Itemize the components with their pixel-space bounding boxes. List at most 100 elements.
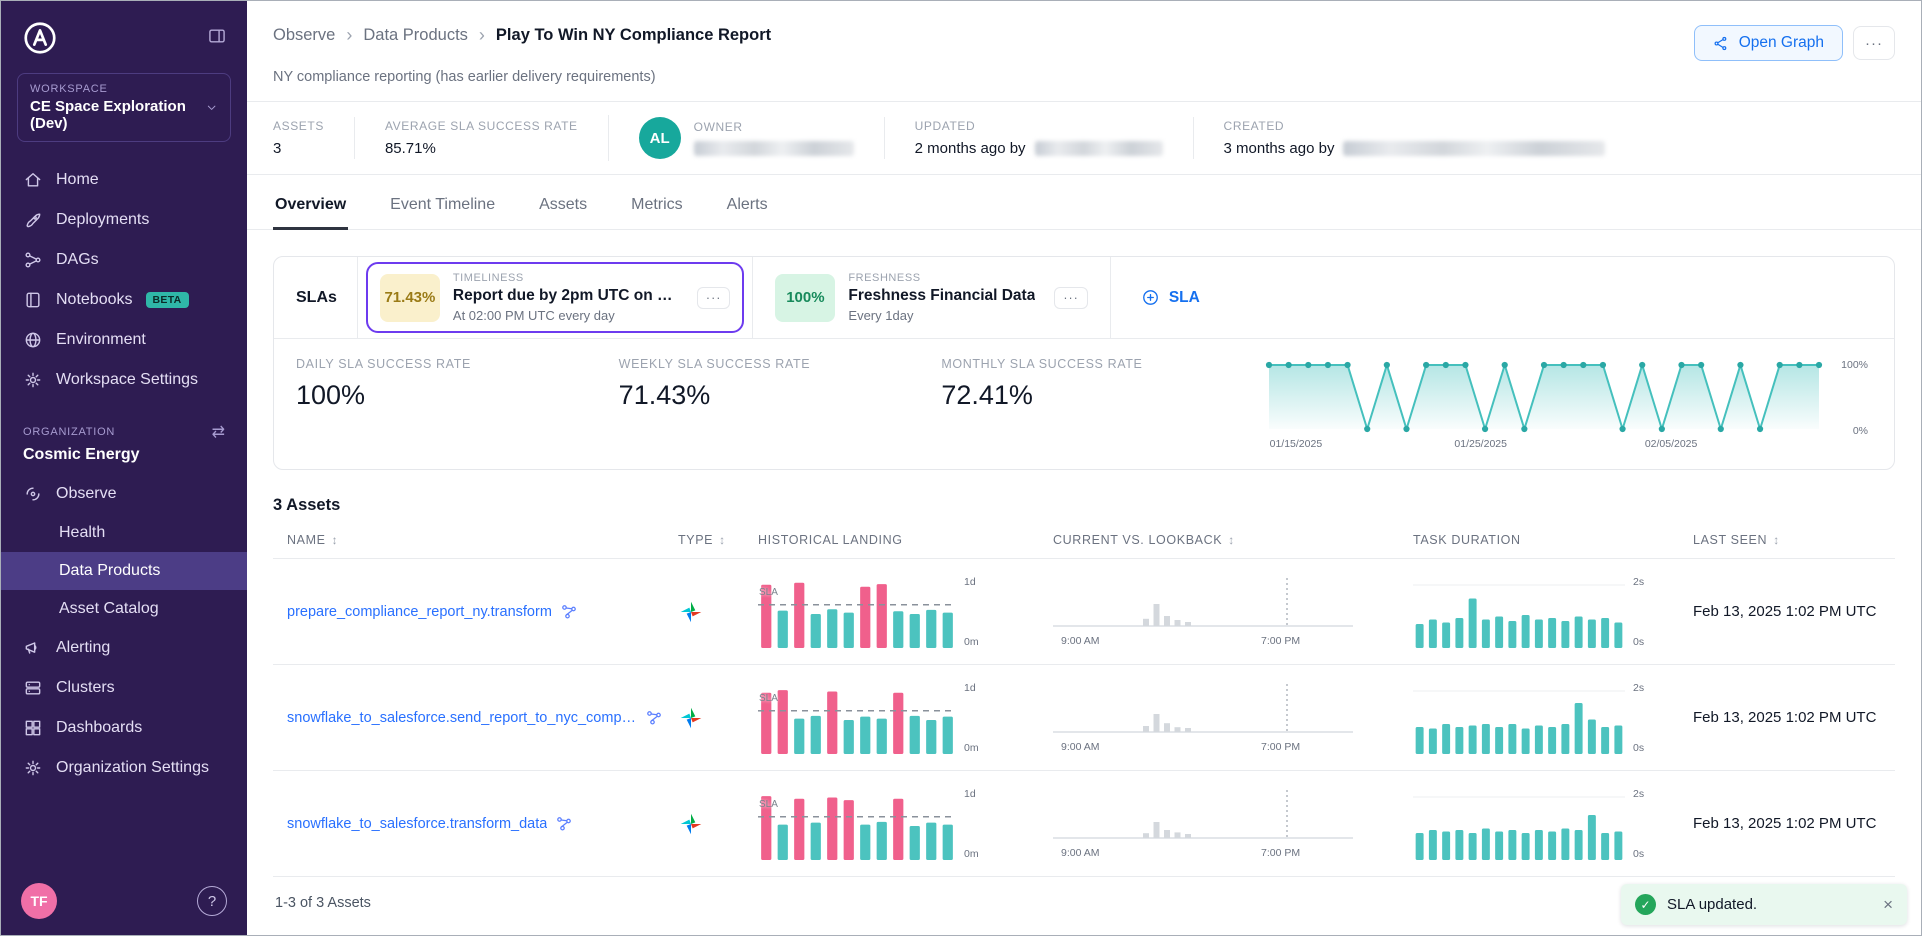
sidebar-item-alerting[interactable]: Alerting [1, 628, 247, 668]
table-row: prepare_compliance_report_ny.transform S… [273, 559, 1895, 665]
sidebar-item-deployments[interactable]: Deployments [1, 200, 247, 240]
open-graph-button[interactable]: Open Graph [1694, 25, 1843, 61]
beta-badge: BETA [146, 292, 189, 308]
tab-alerts[interactable]: Alerts [725, 181, 770, 230]
task-duration-chart [1413, 682, 1625, 754]
app-window: WORKSPACE CE Space Exploration (Dev) Hom… [0, 0, 1922, 936]
gear-icon [23, 370, 43, 390]
stat-created: CREATED 3 months ago by [1193, 117, 1636, 159]
chevron-down-icon [205, 100, 218, 115]
observe-icon [23, 484, 43, 504]
sidebar: WORKSPACE CE Space Exploration (Dev) Hom… [1, 1, 247, 935]
home-icon [23, 170, 43, 190]
lookback-start-time: 9:00 AM [1061, 847, 1100, 859]
sidebar-item-workspace-settings[interactable]: Workspace Settings [1, 360, 247, 400]
column-header-last-seen[interactable]: LAST SEEN↕ [1693, 533, 1895, 547]
user-avatar[interactable]: TF [21, 883, 57, 919]
column-header-type[interactable]: TYPE↕ [678, 533, 758, 547]
dag-graph-icon [23, 250, 43, 270]
main-content: Observe › Data Products › Play To Win NY… [247, 1, 1921, 935]
help-icon[interactable]: ? [197, 886, 227, 916]
sla-history-xlabels: 01/15/2025 01/25/2025 02/05/2025 [1264, 438, 1824, 453]
tab-metrics[interactable]: Metrics [629, 181, 685, 230]
sla-history-plot [1264, 357, 1824, 435]
sidebar-item-dashboards[interactable]: Dashboards [1, 708, 247, 748]
toast-sla-updated: ✓ SLA updated. × [1621, 884, 1907, 925]
column-header-name[interactable]: NAME↕ [273, 533, 678, 547]
page-subtitle: NY compliance reporting (has earlier del… [247, 65, 1921, 102]
sla-history-chart: 01/15/2025 01/25/2025 02/05/2025 100% 0% [1264, 357, 1868, 453]
toast-close-icon[interactable]: × [1883, 896, 1893, 913]
sla-card-freshness[interactable]: 100% FRESHNESS Freshness Financial Data … [763, 264, 1099, 331]
astronomer-logo-icon[interactable] [21, 19, 59, 57]
breadcrumb-observe[interactable]: Observe [273, 26, 335, 45]
hist-axis-top: 1d [964, 682, 979, 694]
breadcrumb: Observe › Data Products › Play To Win NY… [273, 25, 771, 46]
lineage-icon [560, 603, 578, 621]
sidebar-item-dags[interactable]: DAGs [1, 240, 247, 280]
monthly-sla-rate: MONTHLY SLA SUCCESS RATE 72.41% [941, 357, 1264, 411]
asset-name-link[interactable]: snowflake_to_salesforce.transform_data [273, 815, 678, 833]
sort-icon: ↕ [1773, 533, 1780, 547]
stat-avg-sla: AVERAGE SLA SUCCESS RATE 85.71% [354, 117, 608, 159]
sla-card-more-button[interactable]: ··· [1054, 287, 1088, 309]
column-header-current-vs-lookback[interactable]: CURRENT VS. LOOKBACK↕ [1053, 533, 1413, 547]
sidebar-item-asset-catalog[interactable]: Asset Catalog [1, 590, 247, 628]
column-header-task-duration: TASK DURATION [1413, 533, 1693, 547]
task-axis-top: 2s [1633, 682, 1644, 694]
y-axis-min-label: 0% [1853, 425, 1868, 437]
sidebar-item-environment[interactable]: Environment [1, 320, 247, 360]
x-tick-label: 02/05/2025 [1645, 438, 1698, 450]
x-tick-label: 01/15/2025 [1270, 438, 1323, 450]
sla-panel: SLAs 71.43% TIMELINESS Report due by 2pm… [273, 256, 1895, 470]
sidebar-item-data-products[interactable]: Data Products [1, 552, 247, 590]
x-tick-label: 01/25/2025 [1454, 438, 1507, 450]
gear-icon [23, 758, 43, 778]
historical-landing-chart: SLA [758, 788, 956, 860]
task-duration-chart [1413, 788, 1625, 860]
hist-axis-top: 1d [964, 788, 979, 800]
task-axis: 2s0s [1633, 576, 1644, 648]
task-axis: 2s 0s [1633, 682, 1644, 754]
sidebar-item-home[interactable]: Home [1, 160, 247, 200]
tab-event-timeline[interactable]: Event Timeline [388, 181, 497, 230]
workspace-selector[interactable]: WORKSPACE CE Space Exploration (Dev) [17, 73, 231, 142]
tab-assets[interactable]: Assets [537, 181, 589, 230]
sidebar-collapse-icon[interactable] [207, 26, 227, 51]
sidebar-item-organization-settings[interactable]: Organization Settings [1, 748, 247, 788]
summary-stats: ASSETS 3 AVERAGE SLA SUCCESS RATE 85.71%… [247, 102, 1921, 175]
sidebar-item-observe[interactable]: Observe [1, 474, 247, 514]
rocket-icon [23, 210, 43, 230]
stat-owner: AL OWNER [608, 115, 884, 161]
hist-axis-bottom: 0m [964, 742, 979, 754]
owner-avatar: AL [639, 117, 681, 159]
asset-name-link[interactable]: prepare_compliance_report_ny.transform [273, 603, 678, 621]
task-axis-top: 2s [1633, 788, 1644, 800]
server-icon [23, 678, 43, 698]
sla-panel-title: SLAs [274, 257, 357, 338]
organization-name: Cosmic Energy [1, 446, 247, 474]
updated-by-redacted [1035, 141, 1163, 156]
add-sla-button[interactable]: SLA [1141, 288, 1200, 307]
tab-overview[interactable]: Overview [273, 181, 348, 230]
created-by-redacted [1343, 141, 1605, 156]
lookback-chart [1053, 786, 1353, 844]
task-axis-bottom: 0s [1633, 742, 1644, 754]
sla-card-more-button[interactable]: ··· [697, 287, 731, 309]
sidebar-item-health[interactable]: Health [1, 514, 247, 552]
owner-name-redacted [694, 141, 854, 156]
task-duration-chart [1413, 576, 1625, 648]
more-actions-button[interactable]: ··· [1853, 26, 1895, 60]
table-row: snowflake_to_salesforce.send_report_to_n… [273, 665, 1895, 771]
asset-name-link[interactable]: snowflake_to_salesforce.send_report_to_n… [273, 709, 678, 727]
page-title: Play To Win NY Compliance Report [496, 26, 771, 45]
lookback-end-time: 7:00 PM [1261, 635, 1300, 647]
hist-axis-top: 1d [964, 576, 979, 588]
sidebar-item-notebooks[interactable]: Notebooks BETA [1, 280, 247, 320]
switch-organization-icon[interactable]: ⇄ [212, 422, 225, 442]
task-axis-bottom: 0s [1633, 636, 1644, 648]
sidebar-item-clusters[interactable]: Clusters [1, 668, 247, 708]
breadcrumb-data-products[interactable]: Data Products [363, 26, 468, 45]
y-axis-max-label: 100% [1841, 359, 1868, 371]
sla-card-timeliness[interactable]: 71.43% TIMELINESS Report due by 2pm UTC … [368, 264, 743, 331]
